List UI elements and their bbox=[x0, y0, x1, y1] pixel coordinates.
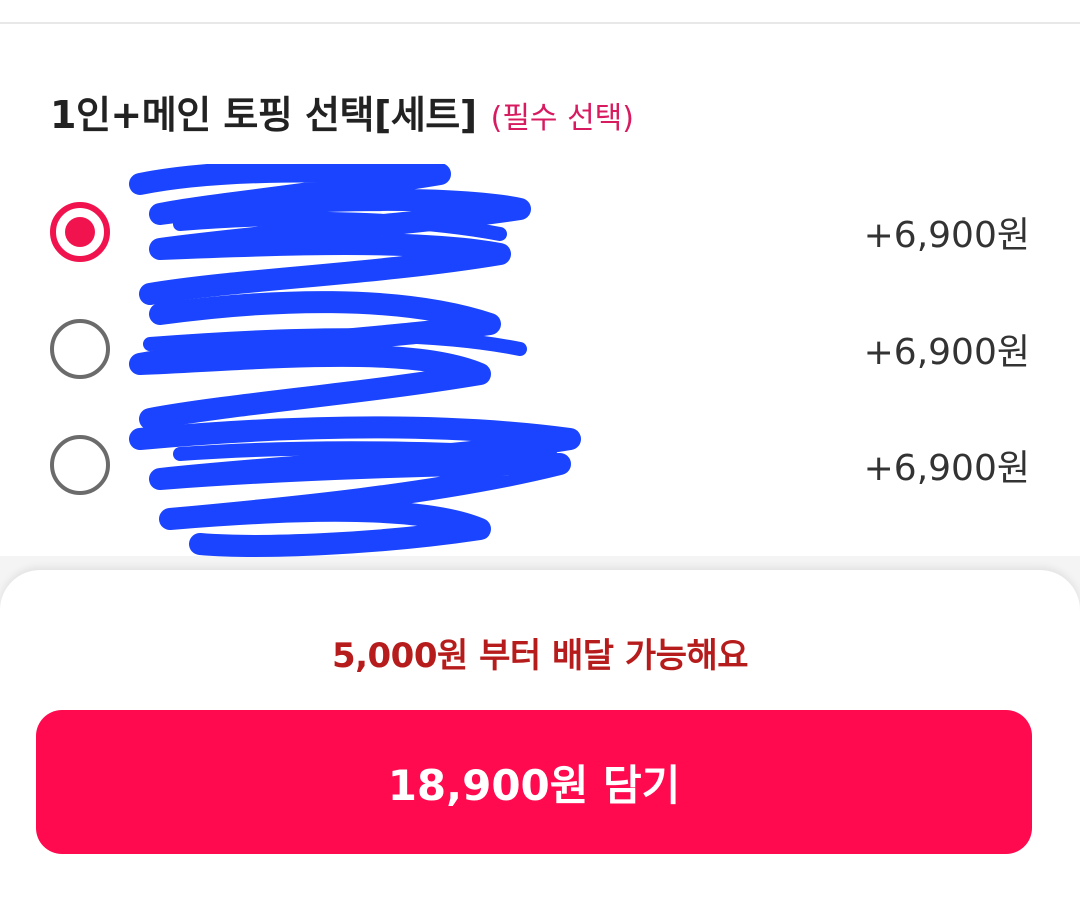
option-row-2[interactable]: +6,900원 bbox=[50, 316, 1030, 382]
radio-button-selected[interactable] bbox=[50, 202, 110, 262]
option-price: +6,900원 bbox=[863, 448, 1030, 489]
add-to-cart-button[interactable]: 18,900원 담기 bbox=[36, 710, 1032, 854]
option-price: +6,900원 bbox=[863, 332, 1030, 373]
section-title: 1인+메인 토핑 선택[세트] bbox=[50, 93, 477, 137]
top-divider bbox=[0, 0, 1080, 24]
radio-button[interactable] bbox=[50, 435, 110, 495]
bottom-sheet: 5,000원 부터 배달 가능해요 18,900원 담기 bbox=[0, 570, 1080, 910]
option-price: +6,900원 bbox=[863, 215, 1030, 256]
option-group: 1인+메인 토핑 선택[세트] (필수 선택) +6,900원 +6,900원 … bbox=[0, 24, 1080, 557]
required-badge: (필수 선택) bbox=[490, 101, 634, 136]
section-heading: 1인+메인 토핑 선택[세트] (필수 선택) bbox=[50, 84, 634, 139]
option-row-3[interactable]: +6,900원 bbox=[50, 432, 1030, 498]
min-order-notice: 5,000원 부터 배달 가능해요 bbox=[331, 636, 749, 676]
option-row-1[interactable]: +6,900원 bbox=[50, 199, 1030, 265]
radio-button[interactable] bbox=[50, 319, 110, 379]
